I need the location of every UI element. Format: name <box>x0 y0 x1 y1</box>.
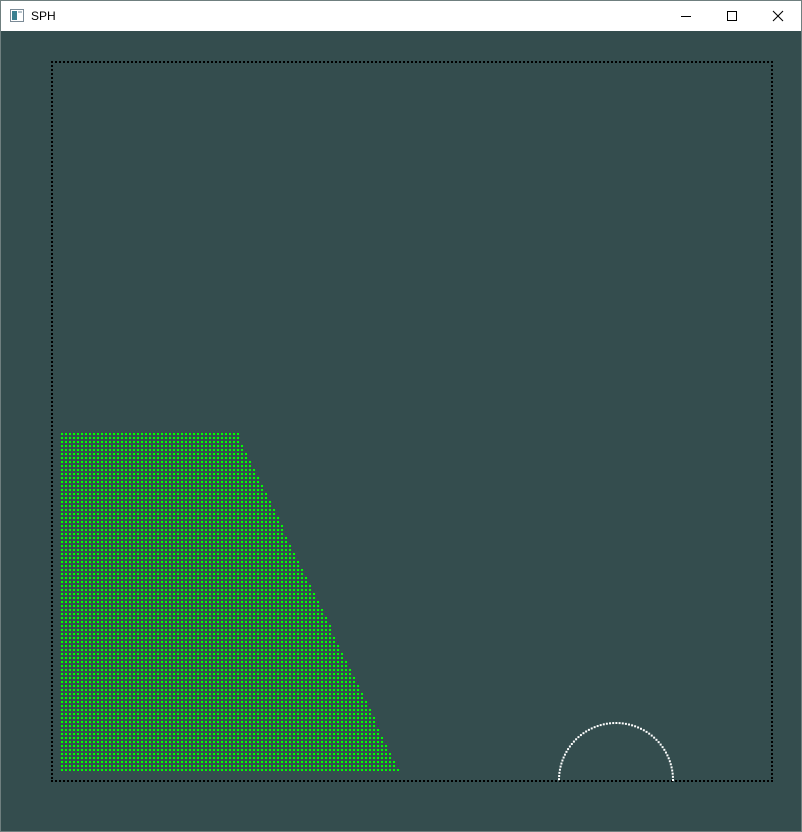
close-button[interactable] <box>755 1 801 31</box>
window-controls <box>663 1 801 31</box>
sph-canvas <box>1 31 801 831</box>
maximize-icon <box>727 11 737 21</box>
app-icon <box>10 9 24 22</box>
minimize-icon <box>681 16 691 17</box>
title-bar[interactable]: SPH <box>1 1 801 31</box>
minimize-button[interactable] <box>663 1 709 31</box>
close-icon <box>772 10 784 22</box>
window-title: SPH <box>31 9 56 23</box>
simulation-viewport <box>1 31 801 831</box>
application-window: SPH <box>0 0 802 832</box>
maximize-button[interactable] <box>709 1 755 31</box>
